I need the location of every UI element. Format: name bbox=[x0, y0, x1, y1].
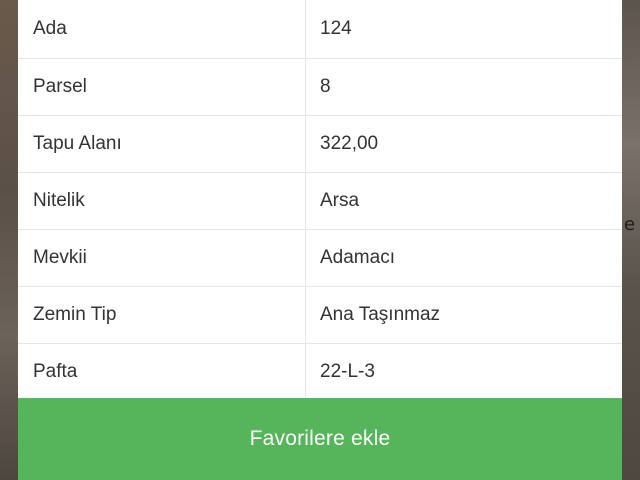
row-value: Ana Taşınmaz bbox=[320, 304, 441, 325]
row-value: 8 bbox=[320, 76, 331, 97]
row-value: 124 bbox=[320, 18, 352, 39]
map-edge-left bbox=[0, 0, 18, 480]
row-value: 22-L-3 bbox=[320, 361, 375, 382]
row-label: Ada bbox=[18, 0, 306, 58]
row-value: Arsa bbox=[320, 190, 360, 211]
map-label-fragment: e bbox=[624, 214, 636, 235]
table-row-tapu-alani: Tapu Alanı 322,00 bbox=[18, 116, 622, 173]
table-row-nitelik: Nitelik Arsa bbox=[18, 173, 622, 230]
parcel-info-table: Ada 124 Parsel 8 Tapu Alanı 322,00 Nitel… bbox=[18, 0, 622, 401]
table-row-pafta: Pafta 22-L-3 bbox=[18, 344, 622, 401]
row-label: Pafta bbox=[18, 344, 306, 400]
add-to-favorites-button[interactable]: Favorilere ekle bbox=[18, 398, 622, 480]
table-row-parsel: Parsel 8 bbox=[18, 59, 622, 116]
row-label: Nitelik bbox=[18, 173, 306, 229]
table-row-zemin-tip: Zemin Tip Ana Taşınmaz bbox=[18, 287, 622, 344]
parcel-details-sheet: Ada 124 Parsel 8 Tapu Alanı 322,00 Nitel… bbox=[18, 0, 622, 480]
row-value: Adamacı bbox=[320, 247, 395, 268]
table-row-mevkii: Mevkii Adamacı bbox=[18, 230, 622, 287]
row-label: Zemin Tip bbox=[18, 287, 306, 343]
row-label: Parsel bbox=[18, 59, 306, 115]
add-to-favorites-label: Favorilere ekle bbox=[249, 427, 391, 450]
map-edge-right bbox=[622, 0, 640, 480]
row-label: Mevkii bbox=[18, 230, 306, 286]
row-label: Tapu Alanı bbox=[18, 116, 306, 172]
table-row-ada: Ada 124 bbox=[18, 0, 622, 59]
row-value: 322,00 bbox=[320, 133, 379, 154]
